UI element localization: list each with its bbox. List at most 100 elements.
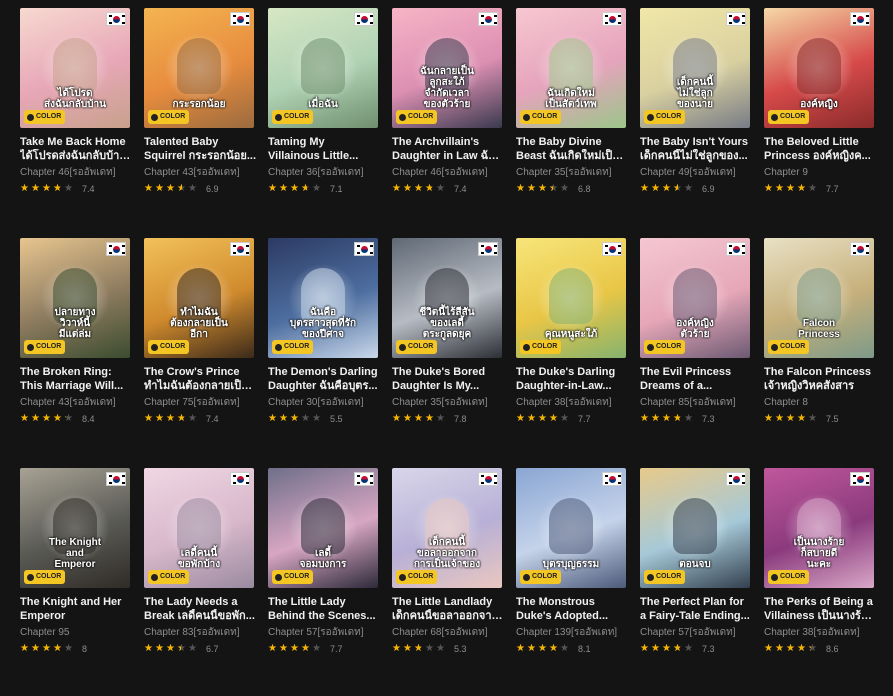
- manga-title[interactable]: The Falcon Princess เจ้าหญิงวิหคสังสาร: [764, 365, 876, 393]
- cover-image[interactable]: ตอนจบ COLOR: [640, 468, 750, 588]
- manga-card[interactable]: ฉันกลายเป็น ลูกสะใภ้ จำกัดเวลา ของตัวร้า…: [392, 8, 504, 233]
- cover-image[interactable]: เด็กคนนี้ ขอลาออกจาก การเป็นเจ้าของ COLOR: [392, 468, 502, 588]
- chapter-link[interactable]: Chapter 68[รออัพเดท]: [392, 626, 504, 639]
- chapter-link[interactable]: Chapter 30[รออัพเดท]: [268, 396, 380, 409]
- manga-card[interactable]: องค์หญิง COLOR The Beloved Little Princess …: [764, 8, 876, 233]
- manga-title[interactable]: The Beloved Little Princess องค์หญิงค...: [764, 135, 876, 163]
- manga-title[interactable]: Taming My Villainous Little...: [268, 135, 380, 163]
- manga-title[interactable]: The Archvillain's Daughter in Law ฉัน...: [392, 135, 504, 163]
- cover-image[interactable]: เลดี้คนนี้ ขอพักบ้าง COLOR: [144, 468, 254, 588]
- manga-title[interactable]: The Little Lady Behind the Scenes...: [268, 595, 380, 623]
- chapter-link[interactable]: Chapter 83[รออัพเดท]: [144, 626, 256, 639]
- manga-card[interactable]: องค์หญิง ตัวร้าย COLOR The Evil Princess Dr…: [640, 238, 752, 463]
- chapter-link[interactable]: Chapter 95: [20, 626, 132, 639]
- chapter-link[interactable]: Chapter 75[รออัพเดท]: [144, 396, 256, 409]
- chapter-link[interactable]: Chapter 49[รออัพเดท]: [640, 166, 752, 179]
- star-icon: ★★: [166, 413, 175, 424]
- chapter-link[interactable]: Chapter 35[รออัพเดท]: [392, 396, 504, 409]
- manga-card[interactable]: คุณหนูสะใภ้ COLOR The Duke's Darling Daught…: [516, 238, 628, 463]
- manga-card[interactable]: ทำไมฉัน ต้องกลายเป็น อีกา COLOR The Crow's…: [144, 238, 256, 463]
- manga-card[interactable]: Falcon Princess COLOR The Falcon Princess เ…: [764, 238, 876, 463]
- chapter-link[interactable]: Chapter 9: [764, 166, 876, 179]
- chapter-link[interactable]: Chapter 46[รออัพเดท]: [392, 166, 504, 179]
- star-fill: ★: [662, 414, 671, 424]
- cover-image[interactable]: คุณหนูสะใภ้ COLOR: [516, 238, 626, 358]
- cover-image[interactable]: ฉันคือ บุตรสาวสุดที่รัก ของปีศาจ COLOR: [268, 238, 378, 358]
- chapter-link[interactable]: Chapter 36[รออัพเดท]: [268, 166, 380, 179]
- color-badge-label: COLOR: [656, 113, 682, 120]
- manga-card[interactable]: ตอนจบ COLOR The Perfect Plan for a Fairy-Ta…: [640, 468, 752, 693]
- palette-icon: [27, 343, 34, 351]
- manga-card[interactable]: เลดี้คนนี้ ขอพักบ้าง COLOR The Lady Needs …: [144, 468, 256, 693]
- cover-image[interactable]: Falcon Princess COLOR: [764, 238, 874, 358]
- chapter-link[interactable]: Chapter 85[รออัพเดท]: [640, 396, 752, 409]
- manga-card[interactable]: เมื่อฉัน COLOR Taming My Villainous Little.…: [268, 8, 380, 233]
- chapter-link[interactable]: Chapter 38[รออัพเดท]: [516, 396, 628, 409]
- cover-image[interactable]: เด็กคนนี้ ไม่ใช่ลูก ของนาย COLOR: [640, 8, 750, 128]
- manga-card[interactable]: บุตรบุญธรรม COLOR The Monstrous Duke's Adop…: [516, 468, 628, 693]
- manga-card[interactable]: เลดี้ จอมบงการ COLOR The Little Lady Behind…: [268, 468, 380, 693]
- manga-title[interactable]: The Duke's Darling Daughter-in-Law...: [516, 365, 628, 393]
- chapter-link[interactable]: Chapter 38[รออัพเดท]: [764, 626, 876, 639]
- manga-title-line1: The Little Landlady: [392, 596, 493, 608]
- manga-title[interactable]: The Little Landlady เด็กคนนี้ขอลาออกจาก..…: [392, 595, 504, 623]
- manga-title[interactable]: Talented Baby Squirrel กระรอกน้อย...: [144, 135, 256, 163]
- cover-image[interactable]: ทำไมฉัน ต้องกลายเป็น อีกา COLOR: [144, 238, 254, 358]
- cover-image[interactable]: ปลายทาง วิวาห์นี้ มีแต่ล่ม COLOR: [20, 238, 130, 358]
- chapter-link[interactable]: Chapter 8: [764, 396, 876, 409]
- star-icon: ★★: [403, 413, 412, 424]
- cover-image[interactable]: องค์หญิง ตัวร้าย COLOR: [640, 238, 750, 358]
- manga-card[interactable]: ได้โปรด ส่งฉันกลับบ้าน COLOR Take Me Back …: [20, 8, 132, 233]
- chapter-link[interactable]: Chapter 43[รออัพเดท]: [144, 166, 256, 179]
- cover-image[interactable]: บุตรบุญธรรม COLOR: [516, 468, 626, 588]
- manga-card[interactable]: ปลายทาง วิวาห์นี้ มีแต่ล่ม COLOR The Broke…: [20, 238, 132, 463]
- manga-title[interactable]: The Monstrous Duke's Adopted...: [516, 595, 628, 623]
- flag-taeguk: [733, 476, 740, 483]
- cover-image[interactable]: กระรอกน้อย COLOR: [144, 8, 254, 128]
- cover-image[interactable]: เป็นนางร้าย ก็สบายดี นะคะ COLOR: [764, 468, 874, 588]
- manga-title[interactable]: The Broken Ring: This Marriage Will...: [20, 365, 132, 393]
- star-icon: ★★: [673, 413, 682, 424]
- star-icon: ★★: [640, 183, 649, 194]
- manga-title[interactable]: The Lady Needs a Break เลดี้คนนี้ขอพัก...: [144, 595, 256, 623]
- cover-image[interactable]: ฉันกลายเป็น ลูกสะใภ้ จำกัดเวลา ของตัวร้า…: [392, 8, 502, 128]
- cover-image[interactable]: ได้โปรด ส่งฉันกลับบ้าน COLOR: [20, 8, 130, 128]
- chapter-link[interactable]: Chapter 139[รออัพเดท]: [516, 626, 628, 639]
- chapter-link[interactable]: Chapter 57[รออัพเดท]: [640, 626, 752, 639]
- manga-title[interactable]: The Demon's Darling Daughter ฉันคือบุตร..…: [268, 365, 380, 393]
- star-fill: ★: [538, 644, 547, 654]
- manga-title[interactable]: The Perfect Plan for a Fairy-Tale Ending.…: [640, 595, 752, 623]
- cover-character: [797, 38, 841, 94]
- rating-score: 8.6: [826, 644, 839, 654]
- manga-title[interactable]: The Baby Divine Beast ฉันเกิดใหม่เป็น...: [516, 135, 628, 163]
- manga-title[interactable]: The Baby Isn't Yours เด็กคนนี้ไม่ใช่ลูกขอ…: [640, 135, 752, 163]
- color-badge-label: COLOR: [36, 573, 62, 580]
- cover-image[interactable]: องค์หญิง COLOR: [764, 8, 874, 128]
- star-fill: ★: [651, 414, 660, 424]
- manga-card[interactable]: เด็กคนนี้ ขอลาออกจาก การเป็นเจ้าของ COLOR…: [392, 468, 504, 693]
- cover-image[interactable]: เมื่อฉัน COLOR: [268, 8, 378, 128]
- manga-title[interactable]: The Evil Princess Dreams of a...: [640, 365, 752, 393]
- cover-image[interactable]: ชีวิตนี้ไร้สีสัน ของเลดี้ ตระกูลดยุค COLO…: [392, 238, 502, 358]
- manga-card[interactable]: เด็กคนนี้ ไม่ใช่ลูก ของนาย COLOR The Baby …: [640, 8, 752, 233]
- cover-image[interactable]: ฉันเกิดใหม่ เป็นสัตว์เทพ COLOR: [516, 8, 626, 128]
- manga-title[interactable]: The Knight and Her Emperor: [20, 595, 132, 623]
- manga-title[interactable]: Take Me Back Home ได้โปรดส่งฉันกลับบ้าน..…: [20, 135, 132, 163]
- manga-card[interactable]: กระรอกน้อย COLOR Talented Baby Squirrel กระ…: [144, 8, 256, 233]
- chapter-link[interactable]: Chapter 46[รออัพเดท]: [20, 166, 132, 179]
- manga-card[interactable]: ฉันคือ บุตรสาวสุดที่รัก ของปีศาจ COLOR The…: [268, 238, 380, 463]
- manga-card[interactable]: ชีวิตนี้ไร้สีสัน ของเลดี้ ตระกูลดยุค COLO…: [392, 238, 504, 463]
- manga-title[interactable]: The Crow's Prince ทำไมฉันต้องกลายเป็น...: [144, 365, 256, 393]
- chapter-link[interactable]: Chapter 57[รออัพเดท]: [268, 626, 380, 639]
- manga-card[interactable]: ฉันเกิดใหม่ เป็นสัตว์เทพ COLOR The Baby Di…: [516, 8, 628, 233]
- chapter-link[interactable]: Chapter 43[รออัพเดท]: [20, 396, 132, 409]
- manga-title[interactable]: The Duke's Bored Daughter Is My...: [392, 365, 504, 393]
- manga-card[interactable]: เป็นนางร้าย ก็สบายดี นะคะ COLOR The Perks …: [764, 468, 876, 693]
- manga-card[interactable]: The Knight and Emperor COLOR The Knight an…: [20, 468, 132, 693]
- cover-image[interactable]: The Knight and Emperor COLOR: [20, 468, 130, 588]
- star-icon: ★★: [560, 183, 569, 194]
- star-icon: ★★: [166, 183, 175, 194]
- chapter-link[interactable]: Chapter 35[รออัพเดท]: [516, 166, 628, 179]
- cover-image[interactable]: เลดี้ จอมบงการ COLOR: [268, 468, 378, 588]
- manga-title[interactable]: The Perks of Being a Villainess เป็นนางร้…: [764, 595, 876, 623]
